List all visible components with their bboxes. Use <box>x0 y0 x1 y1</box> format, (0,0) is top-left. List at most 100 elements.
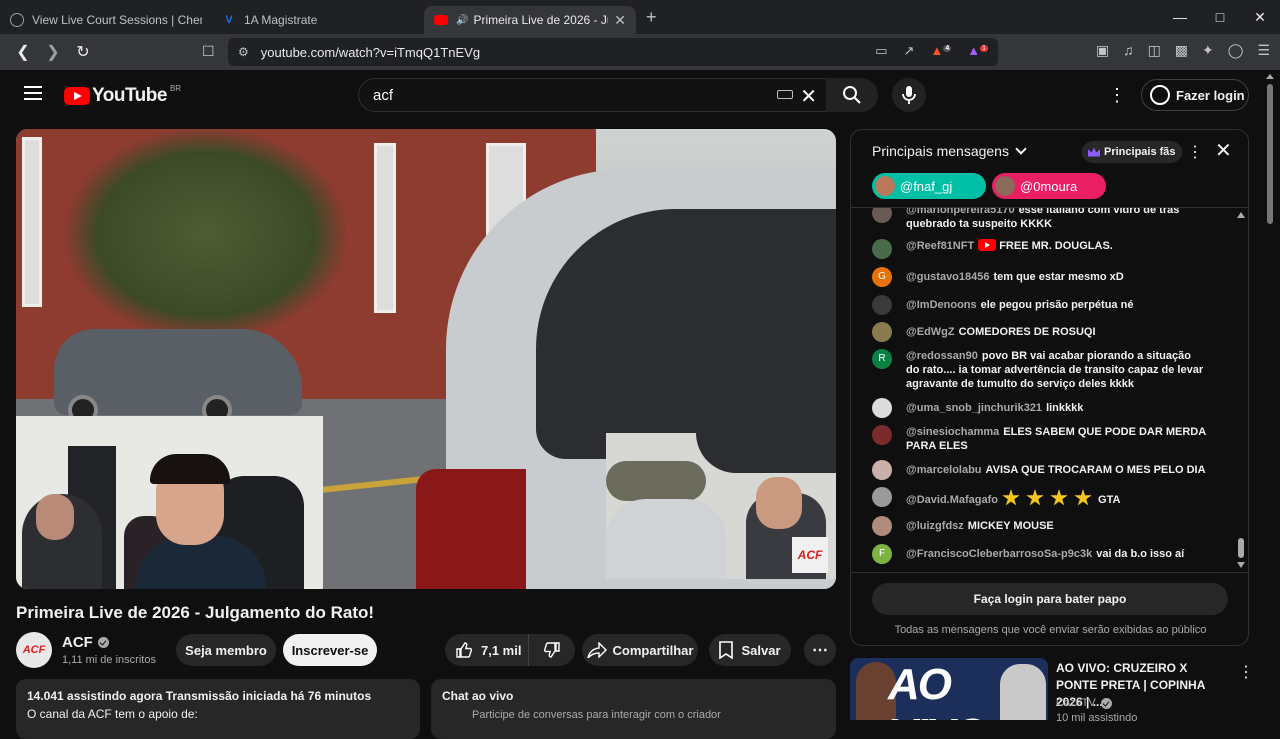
wallet-icon[interactable]: ▩ <box>1175 42 1188 59</box>
recommended-video-views: 10 mil assistindo <box>1056 712 1138 724</box>
minimize-icon[interactable]: — <box>1160 9 1200 25</box>
recommended-video-thumbnail[interactable]: AO VIVO <box>850 658 1048 720</box>
sidebar-icon[interactable]: ◫ <box>1148 42 1161 59</box>
logo-region: BR <box>169 83 182 93</box>
chat-author[interactable]: @FranciscoCleberbarrosoSa-p9c3k <box>906 548 1092 560</box>
scroll-down-icon[interactable] <box>1237 562 1245 568</box>
youtube-play-icon <box>64 87 90 105</box>
chat-author[interactable]: @uma_snob_jinchurik321 <box>906 402 1042 414</box>
chat-sign-in-button[interactable]: Faça login para bater papo <box>872 583 1228 615</box>
chat-avatar: G <box>872 267 892 287</box>
chat-author[interactable]: @David.Mafagafo <box>906 494 998 506</box>
page-scroll-up-icon[interactable] <box>1266 74 1274 79</box>
chat-author[interactable]: @sinesiochamma <box>906 426 999 438</box>
site-info-icon[interactable]: ⚙ <box>238 45 249 59</box>
scroll-up-icon[interactable] <box>1237 212 1245 218</box>
pinned-user-name: @0moura <box>1020 178 1078 194</box>
chat-author[interactable]: @luizgfdsz <box>906 520 964 532</box>
sign-in-button[interactable]: Fazer login <box>1141 79 1249 111</box>
search-button[interactable] <box>826 78 878 112</box>
omnibox-actions: ▭ ↗ ▲ 4 ▲ 1 <box>875 43 988 59</box>
chat-text: MICKEY MOUSE <box>967 520 1054 532</box>
translate-icon[interactable]: ▣ <box>1096 42 1109 59</box>
browser-tab-youtube[interactable]: 🔊 Primeira Live de 2026 - Julgam ✕ <box>424 6 636 34</box>
chat-author[interactable]: @marcelolabu <box>906 464 982 476</box>
new-tab-button[interactable]: + <box>646 7 657 28</box>
subscribe-button[interactable]: Inscrever-se <box>283 634 377 666</box>
video-player[interactable]: ACF <box>16 129 836 589</box>
chat-author[interactable]: @EdWgZ <box>906 326 955 338</box>
webcam-overlay-right: ACF <box>606 433 836 579</box>
chat-author[interactable]: @ImDenoons <box>906 299 977 311</box>
recommended-video-menu-icon[interactable]: ⋮ <box>1238 662 1254 682</box>
chat-message: F @FranciscoCleberbarrosoSa-p9c3k vai da … <box>872 544 1222 564</box>
close-tab-icon[interactable]: ✕ <box>614 12 626 29</box>
pinned-user-chip[interactable]: @0moura <box>992 173 1106 199</box>
close-chat-icon[interactable]: ✕ <box>1215 138 1232 163</box>
recommended-video-channel[interactable]: CazéTV <box>1056 697 1096 709</box>
leo-ai-icon[interactable]: ✦ <box>1202 42 1214 59</box>
description-box[interactable]: 14.041 assistindo agora Transmissão inic… <box>16 679 420 739</box>
chat-message-list[interactable]: @marionpereira5170 esse italiano com vidr… <box>851 208 1248 572</box>
scroll-thumb[interactable] <box>1238 538 1244 558</box>
search-input[interactable] <box>373 86 753 104</box>
globe-icon <box>10 13 24 27</box>
forward-icon[interactable]: ❯ <box>40 42 66 62</box>
live-chat-box-title: Chat ao vivo <box>442 689 514 703</box>
chat-author[interactable]: @redossan90 <box>906 350 978 362</box>
bookmark-icon[interactable]: ☐ <box>202 43 215 60</box>
verified-icon <box>97 637 109 648</box>
live-chat-box[interactable]: Chat ao vivo Participe de conversas para… <box>431 679 836 739</box>
save-label: Salvar <box>741 642 781 658</box>
channel-name[interactable]: ACF <box>62 634 93 651</box>
live-chat-box-subtitle: Participe de conversas para interagir co… <box>472 709 721 721</box>
share-button[interactable]: Compartilhar <box>582 634 698 666</box>
chat-author[interactable]: @Reef81NFT <box>906 240 974 252</box>
menu-icon[interactable]: ☰ <box>1257 42 1270 59</box>
speaker-icon[interactable]: 🔊 <box>456 15 468 26</box>
back-icon[interactable]: ❮ <box>10 42 36 62</box>
rewards-icon[interactable]: ▲ 1 <box>967 43 988 59</box>
voice-search-button[interactable] <box>892 78 926 112</box>
chat-text: AVISA QUE TROCARAM O MES PELO DIA <box>985 464 1206 476</box>
car-cam-dashboard <box>696 433 836 473</box>
top-fans-button[interactable]: Principais fãs <box>1082 141 1182 163</box>
alert-badge: 1 <box>980 44 988 52</box>
browser-tab-magistrate[interactable]: V 1A Magistrate <box>212 6 424 34</box>
chat-author[interactable]: @gustavo18456 <box>906 271 990 283</box>
chat-mode-dropdown[interactable]: Principais mensagens <box>872 143 1027 159</box>
chat-message: @marcelolabu AVISA QUE TROCARAM O MES PEL… <box>872 460 1222 480</box>
recommended-video-channel-row[interactable]: CazéTV <box>1056 697 1112 709</box>
vpn-icon[interactable]: ◯ <box>1228 42 1244 59</box>
clear-search-icon[interactable]: ✕ <box>800 84 817 109</box>
chat-avatar <box>872 295 892 315</box>
chat-avatar: F <box>872 544 892 564</box>
chat-message: @sinesiochamma ELES SABEM QUE PODE DAR ME… <box>872 425 1222 453</box>
share-icon[interactable]: ↗ <box>904 43 915 59</box>
channel-name-row[interactable]: ACF <box>62 634 109 651</box>
settings-kebab-icon[interactable]: ⋮ <box>1108 86 1126 104</box>
chat-author[interactable]: @marionpereira5170 <box>906 208 1015 216</box>
join-button[interactable]: Seja membro <box>176 634 276 666</box>
music-icon[interactable]: ♫ <box>1123 42 1134 59</box>
keyboard-icon[interactable] <box>777 90 793 99</box>
chat-more-icon[interactable]: ⋮ <box>1187 142 1203 162</box>
reload-icon[interactable]: ↻ <box>70 42 96 62</box>
chat-scrollbar[interactable] <box>1237 212 1245 568</box>
address-bar[interactable]: ⚙ youtube.com/watch?v=iTmqQ1TnEVg ▭ ↗ ▲ 4… <box>228 38 998 66</box>
channel-avatar[interactable]: ACF <box>16 632 52 668</box>
brave-shields-icon[interactable]: ▲ 4 <box>930 43 952 59</box>
dislike-button[interactable] <box>529 641 575 659</box>
guide-menu-icon[interactable] <box>24 86 42 100</box>
save-button[interactable]: Salvar <box>709 634 791 666</box>
more-actions-button[interactable]: ⋯ <box>804 634 836 666</box>
youtube-logo[interactable]: YouTube BR <box>64 83 182 107</box>
close-window-icon[interactable]: ✕ <box>1240 9 1280 26</box>
maximize-icon[interactable]: □ <box>1200 9 1240 25</box>
chat-message: @luizgfdsz MICKEY MOUSE <box>872 516 1222 536</box>
pinned-user-chip[interactable]: @fnaf_gj <box>872 173 986 199</box>
cast-icon[interactable]: ▭ <box>875 43 887 59</box>
page-scrollbar[interactable] <box>1267 84 1273 224</box>
like-button[interactable]: 7,1 mil <box>445 634 529 666</box>
browser-tab-court[interactable]: View Live Court Sessions | Cherokee C <box>0 6 212 34</box>
